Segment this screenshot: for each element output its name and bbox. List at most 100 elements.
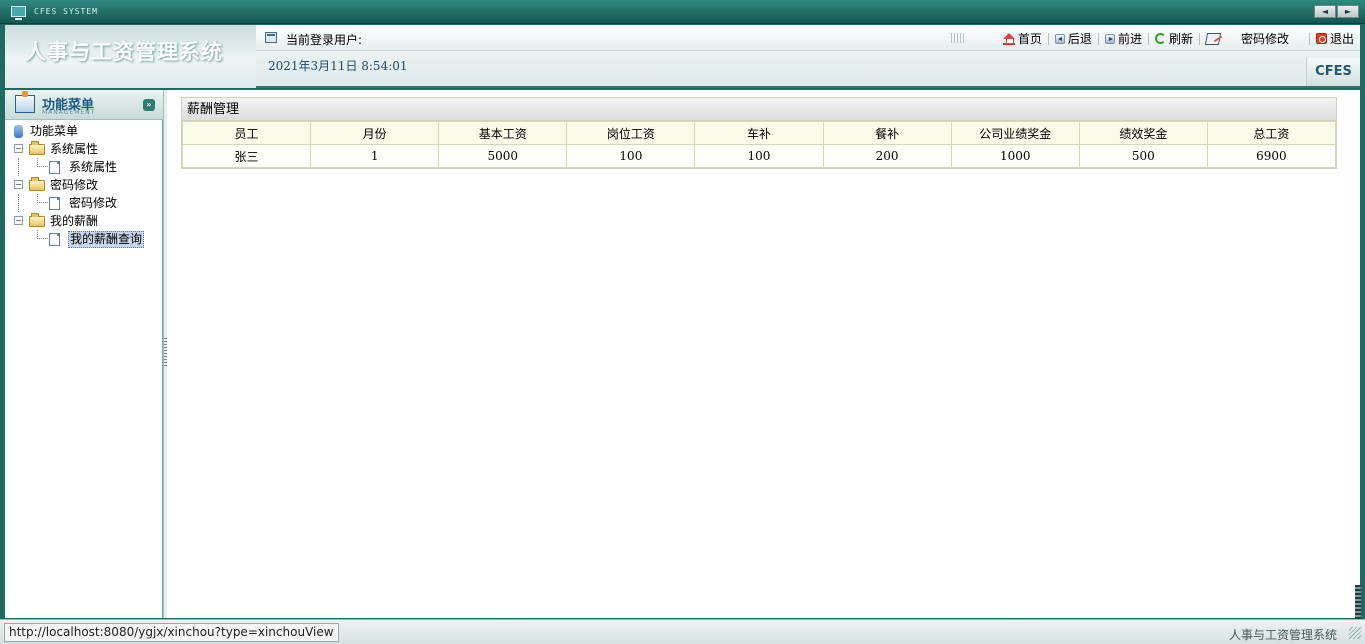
toolbar-grip [951,33,965,43]
current-user-label: 当前登录用户: [286,33,363,47]
tree-root-icon [14,125,23,138]
collapse-toggle-icon[interactable]: − [14,144,23,153]
resize-grip-icon[interactable] [1349,627,1361,639]
column-header: 员工 [181,121,312,145]
toolbar-divider [1308,32,1310,45]
scroll-left-button[interactable]: ◄ [1314,5,1336,18]
user-window-icon [265,32,277,43]
column-header: 基本工资 [438,121,568,145]
sidebar-subtitle: MANAGEMENT [42,109,96,116]
salary-table: 员工 月份 基本工资 岗位工资 车补 餐补 公司业绩奖金 绩效奖金 总工资 张三… [181,121,1337,168]
folder-open-icon [29,177,45,191]
table-cell: 5000 [438,144,568,168]
column-header: 岗位工资 [566,121,696,145]
column-header: 餐补 [822,121,952,145]
toolbar-divider [1198,32,1200,45]
tree-item-system-properties[interactable]: 系统属性 [5,158,163,176]
column-header: 月份 [310,121,440,145]
sidebar: 功能菜单 MANAGEMENT » 功能菜单 − 系统属性 系统属性 − 密码修… [5,90,163,618]
refresh-label: 刷新 [1168,32,1193,46]
table-cell: 100 [566,144,696,168]
logout-icon [1315,33,1327,44]
main-content: 薪酬管理 员工 月份 基本工资 岗位工资 车补 餐补 公司业绩奖金 绩效奖金 总… [167,90,1360,618]
tree-connector [37,158,48,167]
column-header: 总工资 [1206,121,1337,145]
change-password-button[interactable]: 密码修改 [1204,30,1289,47]
home-label: 首页 [1017,32,1042,46]
sidebar-header: 功能菜单 MANAGEMENT » [5,90,163,120]
tree-folder-password[interactable]: − 密码修改 [5,176,163,194]
tree-folder-system[interactable]: − 系统属性 [5,140,163,158]
tree-item-label: 密码修改 [69,196,118,210]
table-cell: 6900 [1206,144,1337,168]
scroll-right-button[interactable]: ► [1337,5,1359,18]
table-cell: 100 [694,144,824,168]
folder-open-icon [29,213,45,227]
refresh-icon [1154,33,1166,44]
table-row: 张三 1 5000 100 100 200 1000 500 6900 [181,144,1337,168]
menu-folder-icon [15,91,35,113]
table-cell: 1000 [950,144,1080,168]
tree-item-my-salary-query[interactable]: 我的薪酬查询 [5,230,163,248]
collapse-toggle-icon[interactable]: − [14,180,23,189]
status-url: http://localhost:8080/ygjx/xinchou?type=… [4,623,339,642]
toolbar-divider [1147,32,1149,45]
tree-folder-my-salary[interactable]: − 我的薪酬 [5,212,163,230]
user-bar: 当前登录用户: 首页 后退 前进 刷新 密码修改 退出 [256,25,1360,51]
brand-logo: CFES [1306,58,1360,86]
document-icon [49,161,60,174]
toolbar-divider [1047,32,1049,45]
menu-tree: 功能菜单 − 系统属性 系统属性 − 密码修改 密码修改 − 我的薪酬 我的薪酬… [5,122,163,248]
forward-button[interactable]: 前进 [1104,30,1142,47]
app-title: 人事与工资管理系统 [25,39,223,64]
tree-root[interactable]: 功能菜单 [5,122,163,140]
table-cell: 200 [822,144,952,168]
back-arrow-icon [1054,33,1065,44]
table-header-row: 员工 月份 基本工资 岗位工资 车补 餐补 公司业绩奖金 绩效奖金 总工资 [181,121,1337,145]
status-bar: http://localhost:8080/ygjx/xinchou?type=… [0,619,1365,644]
document-icon [49,233,60,246]
forward-arrow-icon [1104,33,1115,44]
home-icon [1002,32,1015,45]
edit-password-icon [1204,32,1222,45]
current-datetime: 2021年3月11日 8:54:01 [268,59,408,73]
toolbar-divider [1097,32,1099,45]
tree-connector [18,158,19,176]
table-cell: 张三 [181,144,312,168]
tree-connector [18,194,19,212]
back-label: 后退 [1067,32,1092,46]
tree-item-label-selected: 我的薪酬查询 [68,231,145,248]
tree-item-label: 系统属性 [69,160,118,174]
forward-label: 前进 [1117,32,1142,46]
logo-area: 人事与工资管理系统 [5,25,256,88]
folder-open-icon [29,141,45,155]
monitor-icon [11,6,26,20]
system-title: CFES SYSTEM [34,7,98,16]
table-cell: 500 [1078,144,1208,168]
back-button[interactable]: 后退 [1054,30,1092,47]
tree-root-label: 功能菜单 [30,124,79,138]
logout-button[interactable]: 退出 [1315,30,1354,47]
collapse-toggle-icon[interactable]: − [14,216,23,225]
window-nav: ◄ ► [1314,5,1359,18]
tree-folder-label: 密码修改 [50,178,99,192]
collapse-sidebar-button[interactable]: » [143,99,155,111]
tree-folder-label: 我的薪酬 [50,214,99,228]
column-header: 车补 [694,121,824,145]
panel-title: 薪酬管理 [182,98,1336,121]
home-button[interactable]: 首页 [1002,30,1042,47]
header: 人事与工资管理系统 当前登录用户: 首页 后退 前进 刷新 密码修改 退出 20… [5,25,1360,88]
footer-title: 人事与工资管理系统 [1228,628,1337,642]
toolbar: 首页 后退 前进 刷新 密码修改 退出 [997,30,1354,47]
tree-connector [37,230,48,239]
system-bar: CFES SYSTEM ◄ ► [0,0,1365,24]
refresh-button[interactable]: 刷新 [1154,30,1193,47]
column-header: 绩效奖金 [1078,121,1208,145]
document-icon [49,197,60,210]
change-password-label: 密码修改 [1240,32,1289,46]
tree-connector [37,194,48,203]
time-bar: 2021年3月11日 8:54:01 CFES [256,52,1360,88]
scrollbar-thumb[interactable] [1355,585,1361,619]
salary-panel: 薪酬管理 员工 月份 基本工资 岗位工资 车补 餐补 公司业绩奖金 绩效奖金 总… [181,97,1337,169]
tree-item-change-password[interactable]: 密码修改 [5,194,163,212]
